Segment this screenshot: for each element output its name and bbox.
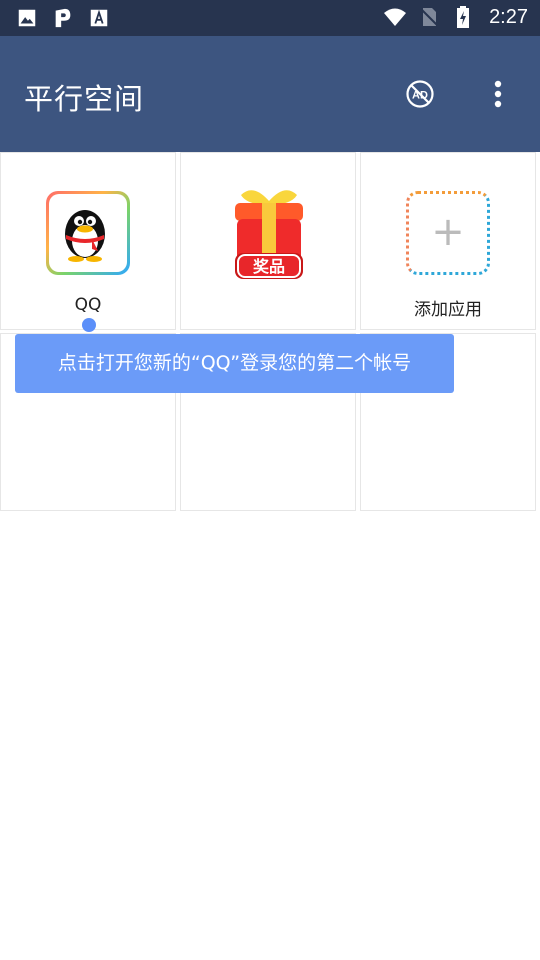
- app-cell-gift[interactable]: 奖品: [180, 152, 356, 330]
- app-label-add: 添加应用: [414, 300, 482, 320]
- battery-charging-icon: [457, 6, 470, 28]
- qq-penguin-icon: [65, 210, 105, 262]
- no-sim-icon: [420, 8, 438, 26]
- onboarding-tooltip[interactable]: 点击打开您新的“QQ”登录您的第二个帐号: [15, 334, 454, 393]
- add-icon: +: [431, 209, 465, 255]
- tooltip-pointer: [82, 318, 96, 332]
- font-app-icon: [90, 9, 108, 27]
- more-vert-icon[interactable]: [486, 78, 510, 110]
- status-bar: 2:27: [0, 0, 540, 36]
- wifi-icon: [384, 8, 407, 26]
- app-label-qq: QQ: [74, 295, 102, 315]
- gift-badge-text: 奖品: [253, 257, 285, 276]
- app-bar: 平行空间 AD: [0, 36, 540, 152]
- clock: 2:27: [489, 5, 528, 28]
- app-grid: QQ 奖品 + 添加应用: [0, 152, 540, 514]
- ad-block-icon[interactable]: AD: [404, 78, 436, 110]
- page-title: 平行空间: [24, 82, 145, 116]
- gift-prize-icon: 奖品: [235, 190, 303, 279]
- add-app-button[interactable]: +: [406, 191, 490, 275]
- p-app-icon: [55, 8, 71, 28]
- app-cell-qq[interactable]: QQ: [0, 152, 176, 330]
- app-cell-add[interactable]: + 添加应用: [360, 152, 536, 330]
- gallery-icon: [18, 9, 36, 27]
- qq-app-tile[interactable]: [46, 191, 130, 275]
